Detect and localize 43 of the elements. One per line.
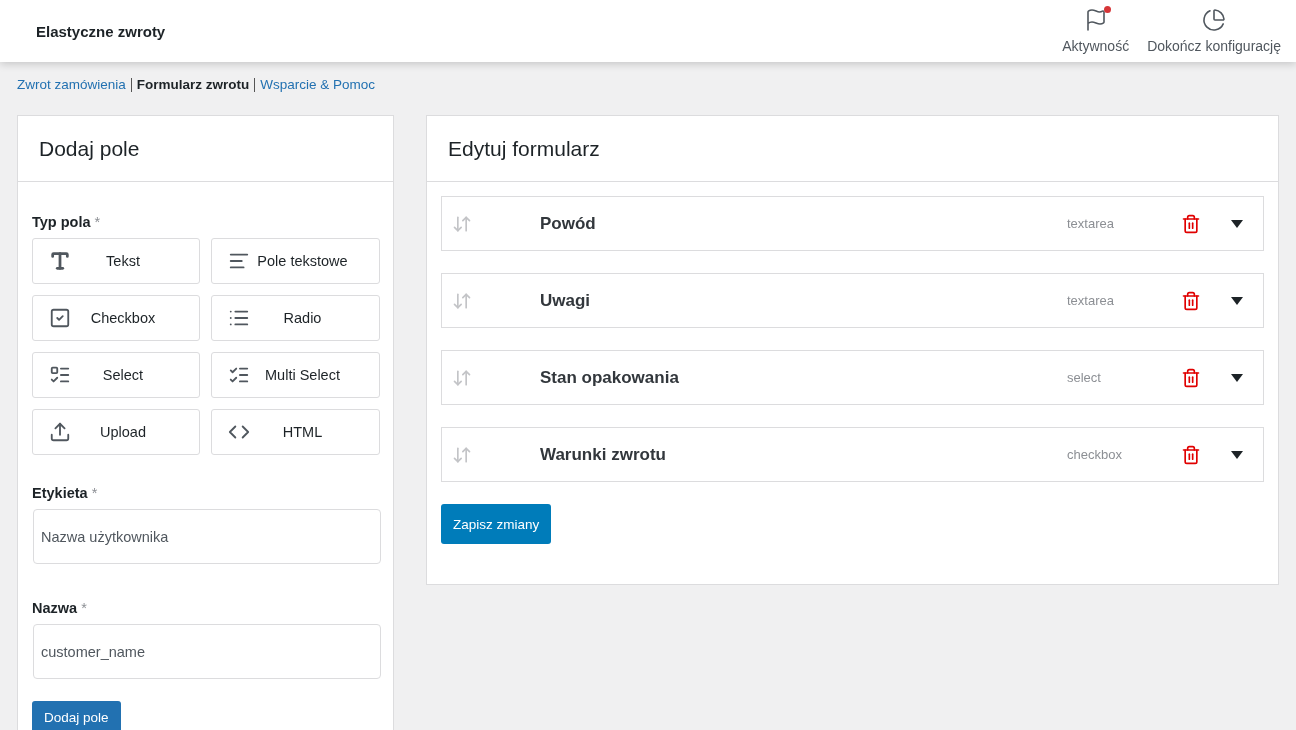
caret-icon[interactable] [1231,373,1243,382]
text-input[interactable]: customer_name [33,624,381,679]
field-label: Typ pola * [32,214,102,230]
field-type-button[interactable]: Radio [211,295,380,341]
delete-icon[interactable] [1181,290,1201,311]
breadcrumb-link[interactable]: Formularz zwrotu [130,78,255,92]
text-input[interactable]: Nazwa użytkownika [33,509,381,564]
breadcrumb-link[interactable]: Zwrot zamówienia [17,78,131,92]
upload-icon [49,421,71,443]
caret-icon[interactable] [1231,296,1243,305]
field-type-button[interactable]: Pole tekstowe [211,238,380,284]
field-type-button[interactable]: Checkbox [32,295,200,341]
field-type: textarea [1067,216,1115,231]
save-button[interactable]: Zapisz zmiany [441,504,552,544]
field-type-button[interactable]: Tekst [32,238,200,284]
field-type-button[interactable]: Select [32,352,200,398]
panel-title: Dodaj pole [18,116,393,182]
delete-icon[interactable] [1181,367,1201,388]
caret-icon[interactable] [1231,219,1243,228]
delete-icon[interactable] [1181,444,1201,465]
field-type-button[interactable]: Upload [32,409,200,455]
caret-icon[interactable] [1231,450,1243,459]
breadcrumb-link[interactable]: Wsparcie & Pomoc [254,78,381,92]
field-label: Etykieta * [32,485,99,501]
app-title: Elastyczne zwroty [36,22,167,40]
header-action[interactable]: Dokończ konfigurację [1138,8,1290,54]
letter-icon [49,250,71,272]
field-type-button[interactable]: HTML [211,409,380,455]
header-action[interactable]: Aktywność [1053,8,1139,54]
checkbox-icon [49,307,71,329]
field-name: Powód [540,213,597,234]
field-type-button[interactable]: Multi Select [211,352,380,398]
field-type: select [1067,370,1102,385]
pie-chart-icon [1202,8,1227,32]
field-label: Nazwa * [32,600,88,616]
panel-title: Edytuj formularz [427,116,1278,182]
delete-icon[interactable] [1181,213,1201,234]
field-type: checkbox [1067,447,1123,462]
field-name: Warunki zwrotu [540,444,667,465]
field-name: Stan opakowania [540,367,680,388]
field-type: textarea [1067,293,1115,308]
add-field-button[interactable]: Dodaj pole [32,701,121,730]
field-name: Uwagi [540,290,592,311]
